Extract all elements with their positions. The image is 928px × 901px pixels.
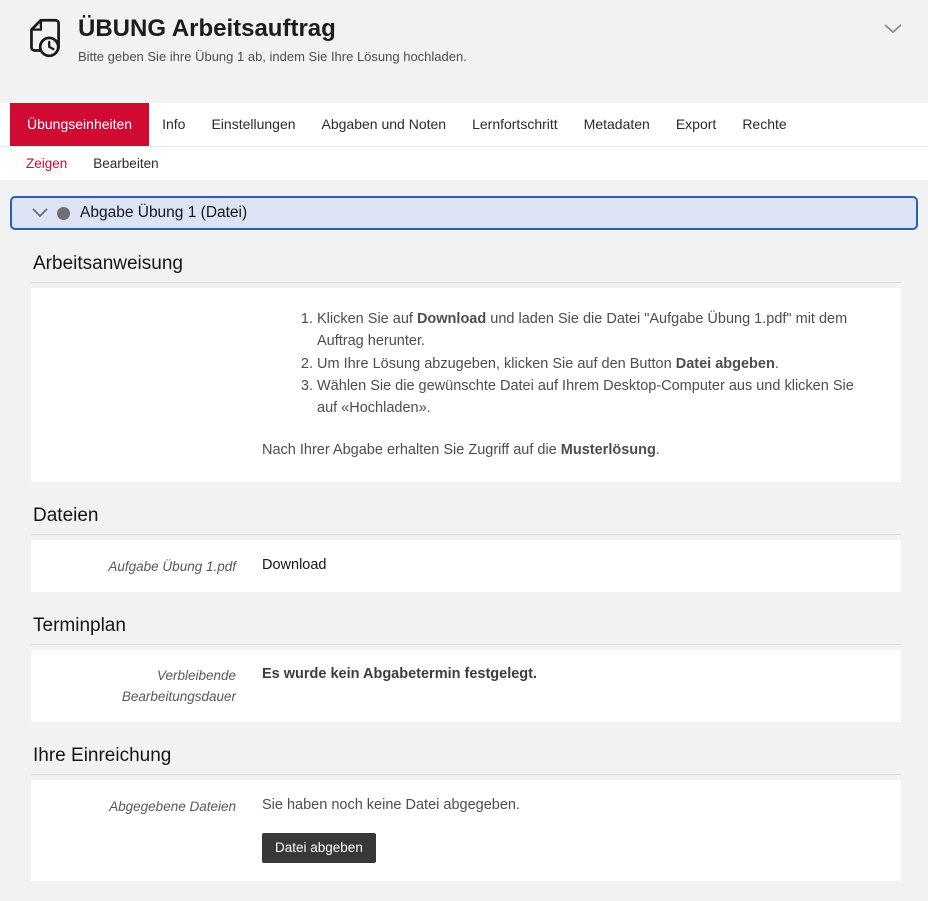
submission-status: Sie haben noch keine Datei abgegeben.	[262, 795, 868, 817]
list-item-text: Wählen Sie die gewünschte Datei auf Ihre…	[317, 378, 854, 416]
assignment-title: Abgabe Übung 1 (Datei)	[80, 204, 247, 222]
instructions-list: Klicken Sie auf Download und laden Sie d…	[262, 309, 868, 420]
download-link[interactable]: Download	[262, 557, 327, 573]
tab-abgaben-und-noten[interactable]: Abgaben und Noten	[309, 103, 460, 146]
schedule-heading: Terminplan	[31, 615, 901, 645]
schedule-row: Verbleibende Bearbeitungsdauer Es wurde …	[46, 664, 886, 708]
note-text: .	[656, 442, 660, 458]
exercise-document-clock-icon	[21, 15, 67, 68]
list-item: Wählen Sie die gewünschte Datei auf Ihre…	[317, 376, 868, 420]
page-header: ÜBUNG Arbeitsauftrag Bitte geben Sie ihr…	[0, 0, 928, 103]
submit-file-button[interactable]: Datei abgeben	[262, 833, 376, 863]
file-row: Aufgabe Übung 1.pdf Download	[46, 555, 886, 578]
schedule-value: Es wurde kein Abgabetermin festgelegt.	[262, 664, 868, 708]
tab-rechte[interactable]: Rechte	[729, 103, 799, 146]
files-panel: Aufgabe Übung 1.pdf Download	[31, 540, 901, 593]
files-heading: Dateien	[31, 505, 901, 535]
tab-uebungseinheiten[interactable]: Übungseinheiten	[10, 103, 149, 146]
list-item-text: Klicken Sie auf	[317, 311, 417, 327]
list-item-bold: Download	[417, 311, 486, 327]
file-name-label: Aufgabe Übung 1.pdf	[46, 555, 236, 578]
submission-label: Abgegebene Dateien	[46, 795, 236, 862]
page-title: ÜBUNG Arbeitsauftrag	[78, 15, 467, 44]
header-text-block: ÜBUNG Arbeitsauftrag Bitte geben Sie ihr…	[78, 13, 467, 65]
list-item-text: .	[775, 356, 779, 372]
instructions-text: Klicken Sie auf Download und laden Sie d…	[262, 304, 868, 468]
chevron-down-icon[interactable]	[884, 21, 902, 39]
submission-panel: Abgegebene Dateien Sie haben noch keine …	[31, 780, 901, 880]
tab-lernfortschritt[interactable]: Lernfortschritt	[459, 103, 571, 146]
instructions-note: Nach Ihrer Abgabe erhalten Sie Zugriff a…	[262, 440, 868, 462]
schedule-label: Verbleibende Bearbeitungsdauer	[46, 664, 236, 708]
tab-info[interactable]: Info	[149, 103, 198, 146]
list-item-bold: Datei abgeben	[676, 356, 775, 372]
page-description: Bitte geben Sie ihre Übung 1 ab, indem S…	[78, 48, 467, 66]
instructions-panel: Klicken Sie auf Download und laden Sie d…	[31, 288, 901, 482]
note-bold: Musterlösung	[561, 442, 656, 458]
tab-einstellungen[interactable]: Einstellungen	[198, 103, 308, 146]
tab-metadaten[interactable]: Metadaten	[571, 103, 663, 146]
submission-row: Abgegebene Dateien Sie haben noch keine …	[46, 795, 886, 862]
list-item: Um Ihre Lösung abzugeben, klicken Sie au…	[317, 354, 868, 376]
note-text: Nach Ihrer Abgabe erhalten Sie Zugriff a…	[262, 442, 561, 458]
submission-heading: Ihre Einreichung	[31, 745, 901, 775]
empty-label	[46, 304, 236, 468]
instructions-heading: Arbeitsanweisung	[31, 253, 901, 283]
schedule-panel: Verbleibende Bearbeitungsdauer Es wurde …	[31, 650, 901, 722]
sub-tabbar: Zeigen Bearbeiten	[0, 146, 928, 180]
chevron-down-icon[interactable]	[32, 205, 48, 223]
content-area: Arbeitsanweisung Klicken Sie auf Downloa…	[0, 253, 928, 901]
subtab-zeigen[interactable]: Zeigen	[13, 147, 80, 180]
subtab-bearbeiten[interactable]: Bearbeiten	[80, 147, 171, 180]
gray-dot-icon	[57, 207, 70, 220]
assignment-accordion-header[interactable]: Abgabe Übung 1 (Datei)	[10, 196, 918, 230]
main-tabbar: Übungseinheiten Info Einstellungen Abgab…	[0, 103, 928, 146]
list-item-text: Um Ihre Lösung abzugeben, klicken Sie au…	[317, 356, 676, 372]
tab-export[interactable]: Export	[663, 103, 729, 146]
list-item: Klicken Sie auf Download und laden Sie d…	[317, 309, 868, 353]
